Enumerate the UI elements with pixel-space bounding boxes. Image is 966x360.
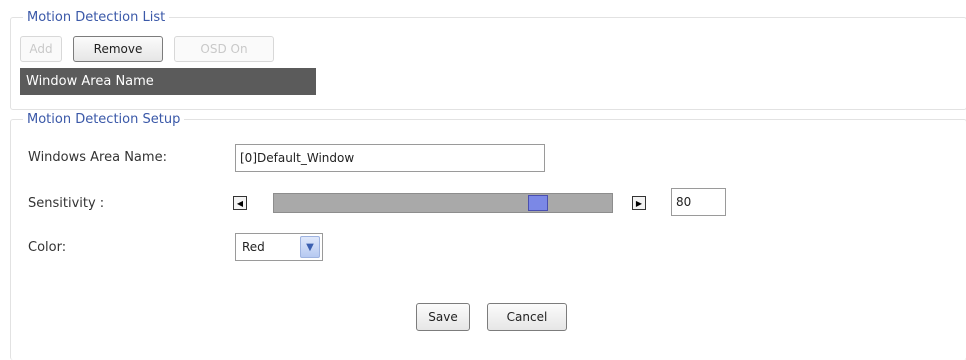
remove-button[interactable]: Remove: [73, 36, 163, 62]
sensitivity-slider-thumb[interactable]: [528, 195, 548, 211]
cancel-button[interactable]: Cancel: [487, 303, 567, 331]
sensitivity-slider[interactable]: [273, 193, 613, 213]
save-button[interactable]: Save: [416, 303, 470, 331]
slider-left-button[interactable]: ◀: [233, 196, 247, 210]
arrow-left-icon: ◀: [236, 198, 244, 208]
sensitivity-input[interactable]: [671, 188, 726, 216]
arrow-right-icon: ▶: [635, 198, 643, 208]
color-label: Color:: [28, 240, 67, 255]
motion-detection-list-legend: Motion Detection List: [27, 10, 166, 25]
osd-on-button[interactable]: OSD On: [174, 36, 274, 62]
area-name-label: Windows Area Name:: [28, 150, 167, 165]
add-button[interactable]: Add: [20, 36, 62, 62]
motion-detection-setup-legend: Motion Detection Setup: [27, 112, 181, 127]
area-name-input[interactable]: [235, 144, 545, 172]
chevron-down-icon[interactable]: ▼: [300, 236, 320, 258]
slider-right-button[interactable]: ▶: [632, 196, 646, 210]
color-select[interactable]: Red ▼: [235, 233, 323, 261]
window-area-name-column-header: Window Area Name: [20, 68, 316, 95]
sensitivity-label: Sensitivity :: [28, 196, 105, 211]
color-select-value: Red: [242, 240, 265, 254]
